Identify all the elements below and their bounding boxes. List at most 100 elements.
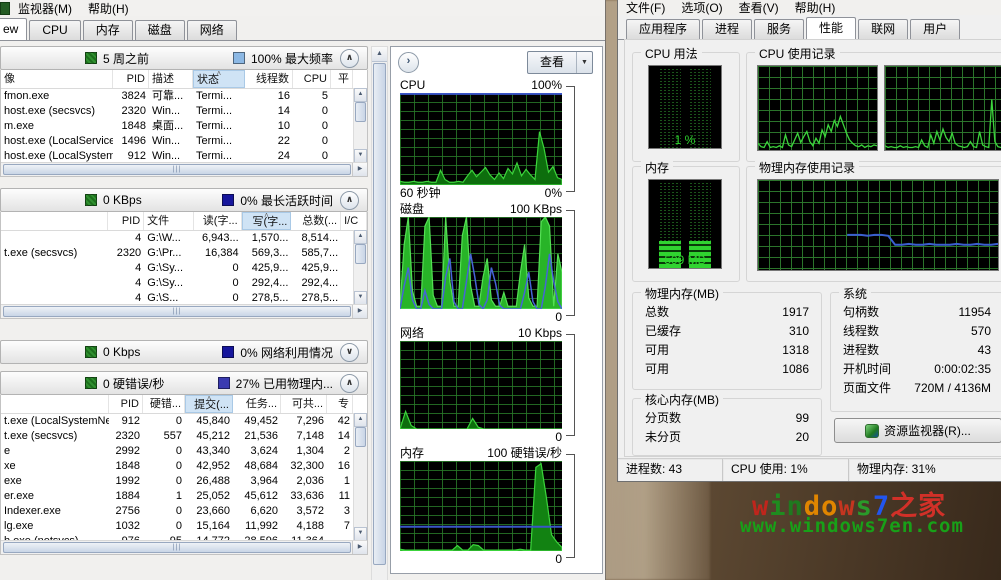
view-button-label[interactable]: 查看 [528, 52, 576, 73]
scroll-thumb[interactable] [355, 102, 366, 122]
cpu-table-hscrollbar[interactable]: ||| ▶ [1, 162, 367, 176]
column-header[interactable]: 可共... [281, 395, 327, 413]
table-row[interactable]: 4G:\Sy...0292,4...292,4... [1, 276, 367, 291]
table-row[interactable]: m.exe1848桌面...Termi...100 [1, 119, 367, 134]
column-header[interactable]: CPU [293, 70, 331, 88]
table-cell: 0 [143, 444, 185, 459]
table-row[interactable]: t.exe (secsvcs)2320G:\Pr...16,384569,3..… [1, 246, 367, 261]
table-row[interactable]: e2992043,3403,6241,3042 [1, 444, 367, 459]
table-cell: 10 [245, 119, 293, 134]
tab-processes[interactable]: 进程 [702, 19, 752, 39]
chevron-up-icon[interactable]: ∧ [340, 191, 359, 210]
table-row[interactable]: 4G:\Sy...0425,9...425,9... [1, 261, 367, 276]
scroll-down-icon[interactable]: ▼ [354, 291, 367, 305]
tab-services[interactable]: 服务 [754, 19, 804, 39]
column-header[interactable]: 状态 [193, 70, 245, 88]
memory-section-header[interactable]: 0 硬错误/秒 27% 已用物理内... ∧ [0, 371, 368, 395]
scroll-down-icon[interactable]: ▼ [354, 149, 367, 163]
tab-networking[interactable]: 联网 [858, 19, 908, 39]
scroll-right-icon[interactable]: ▶ [352, 305, 367, 318]
scroll-thumb[interactable] [355, 427, 366, 447]
scroll-up-icon[interactable]: ▲ [354, 230, 367, 244]
table-row[interactable]: xe1848042,95248,68432,30016 [1, 459, 367, 474]
main-vscrollbar[interactable]: ▲ [371, 46, 388, 580]
scroll-up-icon[interactable]: ▲ [354, 413, 367, 427]
table-cell: 1992 [109, 474, 143, 489]
cpu-table-vscrollbar[interactable]: ▲ ▼ [353, 88, 367, 163]
column-header[interactable]: 任务... [233, 395, 281, 413]
memory-table-vscrollbar[interactable]: ▲ ▼ [353, 413, 367, 541]
tab-memory[interactable]: 内存 [83, 20, 133, 40]
cpu-section-header[interactable]: 5 周之前 100% 最大频率 ∧ [0, 46, 368, 70]
resource-monitor-button[interactable]: 资源监视器(R)... [834, 418, 1001, 443]
table-row[interactable]: fmon.exe3824可靠...Termi...165 [1, 89, 367, 104]
scroll-up-icon[interactable]: ▲ [354, 88, 367, 102]
column-header[interactable]: 文件 [144, 212, 194, 230]
network-section-header[interactable]: 0 Kbps 0% 网络利用情况 ∨ [0, 340, 368, 364]
scroll-thumb[interactable]: ||| [3, 164, 351, 175]
table-row[interactable]: t.exe (LocalSystemNetwo...912045,84049,4… [1, 414, 367, 429]
chevron-down-icon[interactable]: ▼ [576, 52, 592, 73]
tab-applications[interactable]: 应用程序 [626, 19, 700, 39]
column-header[interactable]: 写(字... [242, 212, 292, 230]
scroll-thumb[interactable] [373, 63, 386, 565]
tab-performance[interactable]: 性能 [806, 17, 856, 39]
menu-help[interactable]: 帮助(H) [88, 0, 129, 17]
column-header[interactable]: 专 [327, 395, 353, 413]
table-row[interactable]: lg.exe1032015,16411,9924,1887 [1, 519, 367, 534]
chevron-down-icon[interactable]: ∨ [340, 343, 359, 362]
table-row[interactable]: 4G:\W...6,943...1,570...8,514... [1, 231, 367, 246]
scroll-up-icon[interactable]: ▲ [372, 47, 387, 62]
column-header[interactable]: 描述 [149, 70, 193, 88]
chevron-up-icon[interactable]: ∧ [340, 374, 359, 393]
column-header[interactable]: 提交(... [185, 395, 233, 413]
column-header[interactable] [1, 212, 108, 230]
scroll-thumb[interactable] [355, 244, 366, 264]
disk-table-vscrollbar[interactable]: ▲ ▼ [353, 230, 367, 305]
expand-right-icon[interactable]: › [398, 52, 419, 73]
disk-table-hscrollbar[interactable]: ||| ▶ [1, 304, 367, 318]
menu-file[interactable]: 文件(F) [626, 0, 665, 16]
scroll-right-icon[interactable]: ▶ [352, 163, 367, 176]
column-header[interactable]: 像 [1, 70, 113, 88]
scroll-right-icon[interactable]: ▶ [352, 541, 367, 554]
memory-table-hscrollbar[interactable]: ||| ▶ [1, 540, 367, 554]
table-row[interactable]: er.exe1884125,05245,61233,63611 [1, 489, 367, 504]
disk-section-header[interactable]: 0 KBps 0% 最长活跃时间 ∧ [0, 188, 368, 212]
column-header[interactable]: PID [113, 70, 149, 88]
tab-users[interactable]: 用户 [910, 19, 960, 39]
tab-cpu[interactable]: CPU [29, 20, 80, 40]
menu-help[interactable]: 帮助(H) [795, 0, 836, 16]
table-cell: 3824 [113, 89, 149, 104]
column-header[interactable]: 平 [331, 70, 353, 88]
chevron-up-icon[interactable]: ∧ [340, 49, 359, 68]
tab-network[interactable]: 网络 [187, 20, 237, 40]
column-header[interactable]: 总数(... [291, 212, 341, 230]
table-row[interactable]: Indexer.exe2756023,6606,6203,5723 [1, 504, 367, 519]
column-header[interactable]: PID [109, 395, 143, 413]
column-header[interactable]: 读(字... [194, 212, 242, 230]
view-button[interactable]: 查看 ▼ [527, 51, 593, 74]
table-row[interactable]: host.exe (secsvcs)2320Win...Termi...140 [1, 104, 367, 119]
menu-view[interactable]: 查看(V) [739, 0, 779, 16]
column-header[interactable] [1, 395, 109, 413]
table-row[interactable]: host.exe (LocalServiceNo...1496Win...Ter… [1, 134, 367, 149]
column-header[interactable]: PID [108, 212, 144, 230]
stat-label: 进程数 [843, 341, 879, 360]
stat-row: 已缓存310 [633, 322, 821, 341]
memory-blue-label: 27% 已用物理内... [236, 375, 333, 392]
column-header[interactable]: 线程数 [245, 70, 293, 88]
column-header[interactable]: 硬错... [143, 395, 185, 413]
cpu-table: 像PID描述状态线程数CPU平fmon.exe3824可靠...Termi...… [0, 70, 368, 177]
menu-options[interactable]: 选项(O) [681, 0, 722, 16]
table-row[interactable]: exe1992026,4883,9642,0361 [1, 474, 367, 489]
menu-monitor[interactable]: 监视器(M) [18, 0, 72, 17]
scroll-thumb[interactable]: ||| [3, 306, 351, 317]
tab-disk[interactable]: 磁盘 [135, 20, 185, 40]
scroll-thumb[interactable]: ||| [3, 542, 351, 553]
table-cell: 7,296 [281, 414, 327, 429]
tab-overview[interactable]: ew [0, 18, 27, 40]
table-row[interactable]: t.exe (secsvcs)232055745,21221,5367,1481… [1, 429, 367, 444]
scroll-down-icon[interactable]: ▼ [354, 527, 367, 541]
column-header[interactable]: I/C [341, 212, 367, 230]
